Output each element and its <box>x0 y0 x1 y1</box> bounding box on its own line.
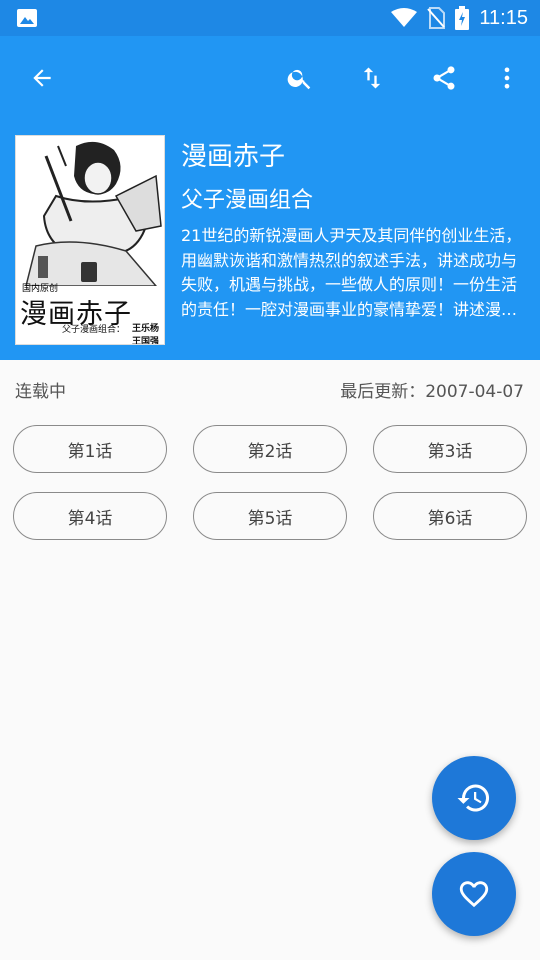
search-button[interactable] <box>278 56 322 100</box>
serial-status: 连载中 <box>15 382 66 402</box>
chapter-button[interactable]: 第3话 <box>373 425 527 473</box>
share-button[interactable] <box>422 56 466 100</box>
comic-cover[interactable]: 国内原创 漫画赤子 父子漫画组合： 王乐杨 王国强 <box>15 135 165 345</box>
back-arrow-icon <box>33 69 51 87</box>
cover-subtitle: 父子漫画组合： <box>62 325 126 335</box>
history-button[interactable] <box>432 756 516 840</box>
cover-name-2: 王国强 <box>132 337 160 345</box>
chapter-button[interactable]: 第6话 <box>373 492 527 540</box>
chapter-button[interactable]: 第1话 <box>13 425 167 473</box>
chapter-button[interactable]: 第5话 <box>193 492 347 540</box>
comic-author[interactable]: 父子漫画组合 <box>181 182 313 214</box>
no-sim-icon <box>427 7 446 29</box>
clock: 11:15 <box>479 6 528 29</box>
comic-title: 漫画赤子 <box>181 142 286 172</box>
chapter-button[interactable]: 第4话 <box>13 492 167 540</box>
more-options-button[interactable] <box>485 56 529 100</box>
last-update: 最后更新：2007-04-07 <box>340 382 524 402</box>
battery-charging-icon <box>455 6 470 30</box>
cover-name-1: 王乐杨 <box>132 324 160 334</box>
chapter-button[interactable]: 第2话 <box>193 425 347 473</box>
comic-header: 国内原创 漫画赤子 父子漫画组合： 王乐杨 王国强 漫画赤子 父子漫画组合 21… <box>0 120 540 360</box>
back-button[interactable] <box>20 56 64 100</box>
more-vert-icon <box>504 67 510 89</box>
search-icon <box>287 69 311 90</box>
wifi-icon <box>391 8 418 27</box>
favorite-heart-icon <box>459 881 489 908</box>
image-icon <box>17 9 37 27</box>
chapter-list: 第1话 第2话 第3话 第4话 第5话 第6话 <box>13 425 527 540</box>
favorite-button[interactable] <box>432 852 516 936</box>
sort-icon <box>363 67 381 89</box>
sort-button[interactable] <box>350 56 394 100</box>
app-toolbar <box>0 36 540 120</box>
comic-description[interactable]: 21世纪的新锐漫画人尹天及其同伴的创业生活，用幽默诙谐和激情热烈的叙述手法，讲述… <box>181 224 526 322</box>
share-icon <box>433 66 455 90</box>
history-icon <box>457 784 490 812</box>
status-bar: 11:15 <box>0 0 540 36</box>
